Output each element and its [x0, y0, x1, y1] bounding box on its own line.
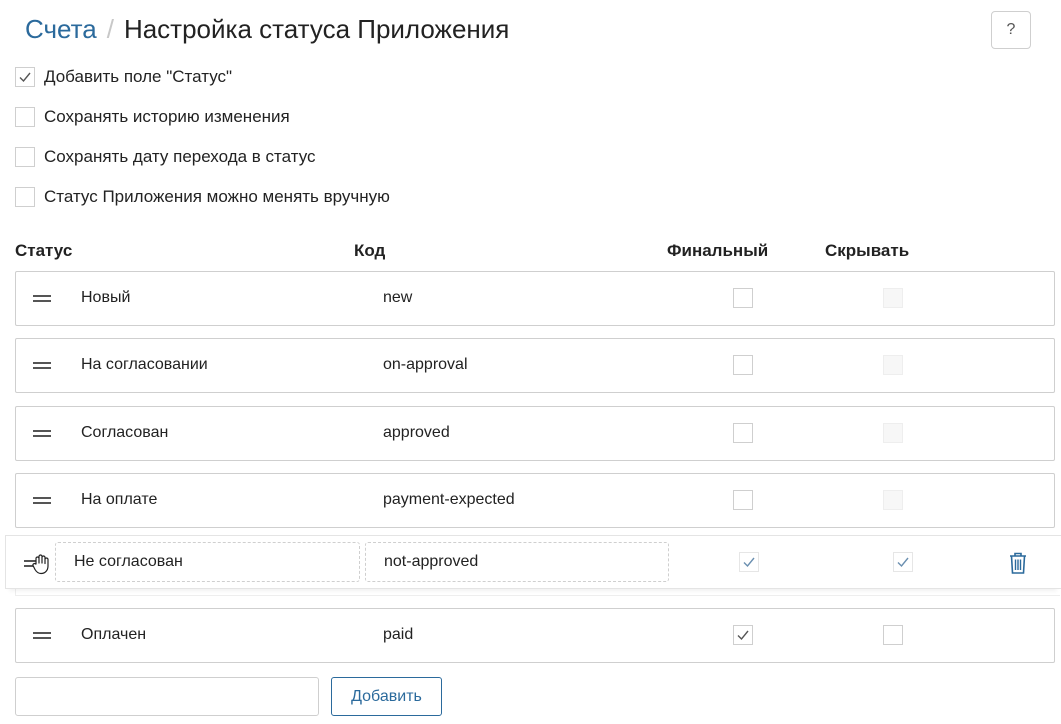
hide-checkbox [883, 288, 903, 308]
grab-hand-icon [32, 554, 49, 575]
option-save-history[interactable]: Сохранять историю изменения [15, 105, 290, 129]
status-code-input[interactable]: not-approved [365, 542, 669, 582]
question-icon: ? [1006, 21, 1016, 38]
status-code: payment-expected [383, 491, 515, 508]
drag-handle-icon[interactable] [33, 362, 51, 370]
status-name-input[interactable]: Не согласован [55, 542, 360, 582]
column-header-final: Финальный [667, 241, 769, 260]
checkmark-icon [19, 72, 31, 83]
hide-checkbox [883, 355, 903, 375]
page-header: Счета / Настройка статуса Приложения [25, 14, 509, 48]
hide-checkbox[interactable] [883, 625, 903, 645]
dragging-status-row[interactable]: Не согласован not-approved [5, 535, 1061, 589]
breadcrumb-separator: / [106, 14, 114, 44]
final-checkbox[interactable] [739, 552, 759, 572]
status-name: Новый [81, 289, 131, 306]
status-name: Оплачен [81, 626, 147, 643]
option-label: Сохранять дату перехода в статус [44, 147, 316, 166]
status-code: approved [383, 424, 450, 441]
checkmark-icon [737, 630, 749, 641]
hide-checkbox [883, 490, 903, 510]
add-status-button[interactable]: Добавить [331, 677, 442, 716]
option-save-transition-date[interactable]: Сохранять дату перехода в статус [15, 145, 316, 169]
help-button[interactable]: ? [991, 11, 1031, 49]
final-checkbox[interactable] [733, 288, 753, 308]
status-name: На оплате [81, 491, 158, 508]
drag-handle-icon[interactable] [33, 295, 51, 303]
final-checkbox[interactable] [733, 625, 753, 645]
option-add-status-field[interactable]: Добавить поле "Статус" [15, 65, 232, 89]
drag-handle-icon[interactable] [33, 430, 51, 438]
status-name: Согласован [81, 424, 169, 441]
save-transition-date-checkbox[interactable] [15, 147, 35, 167]
column-header-code: Код [354, 241, 386, 260]
option-label: Добавить поле "Статус" [44, 67, 233, 86]
status-name: На согласовании [81, 356, 208, 373]
page-title: Настройка статуса Приложения [123, 14, 510, 44]
status-code: new [383, 289, 413, 306]
status-code: on-approval [383, 356, 468, 373]
add-status-field-checkbox[interactable] [15, 67, 35, 87]
delete-icon[interactable] [1007, 550, 1029, 576]
status-row: Согласован approved [15, 406, 1055, 461]
final-checkbox[interactable] [733, 490, 753, 510]
status-row: Новый new [15, 271, 1055, 326]
drag-handle-icon[interactable] [33, 497, 51, 505]
hide-checkbox[interactable] [893, 552, 913, 572]
option-label: Статус Приложения можно менять вручную [44, 187, 390, 206]
status-code: paid [383, 626, 414, 643]
hide-checkbox [883, 423, 903, 443]
status-row: Оплачен paid [15, 608, 1055, 663]
checkmark-icon [743, 557, 755, 568]
status-row: На согласовании on-approval [15, 338, 1055, 393]
checkmark-icon [897, 557, 909, 568]
status-row: На оплате payment-expected [15, 473, 1055, 528]
new-status-input[interactable] [15, 677, 319, 716]
breadcrumb-parent-link[interactable]: Счета [25, 14, 97, 45]
column-header-status: Статус [15, 241, 73, 260]
manual-change-checkbox[interactable] [15, 187, 35, 207]
drag-handle-icon[interactable] [33, 632, 51, 640]
final-checkbox[interactable] [733, 355, 753, 375]
final-checkbox[interactable] [733, 423, 753, 443]
option-label: Сохранять историю изменения [44, 107, 290, 126]
column-header-hide: Скрывать [825, 241, 910, 260]
save-history-checkbox[interactable] [15, 107, 35, 127]
option-manual-change[interactable]: Статус Приложения можно менять вручную [15, 185, 390, 209]
